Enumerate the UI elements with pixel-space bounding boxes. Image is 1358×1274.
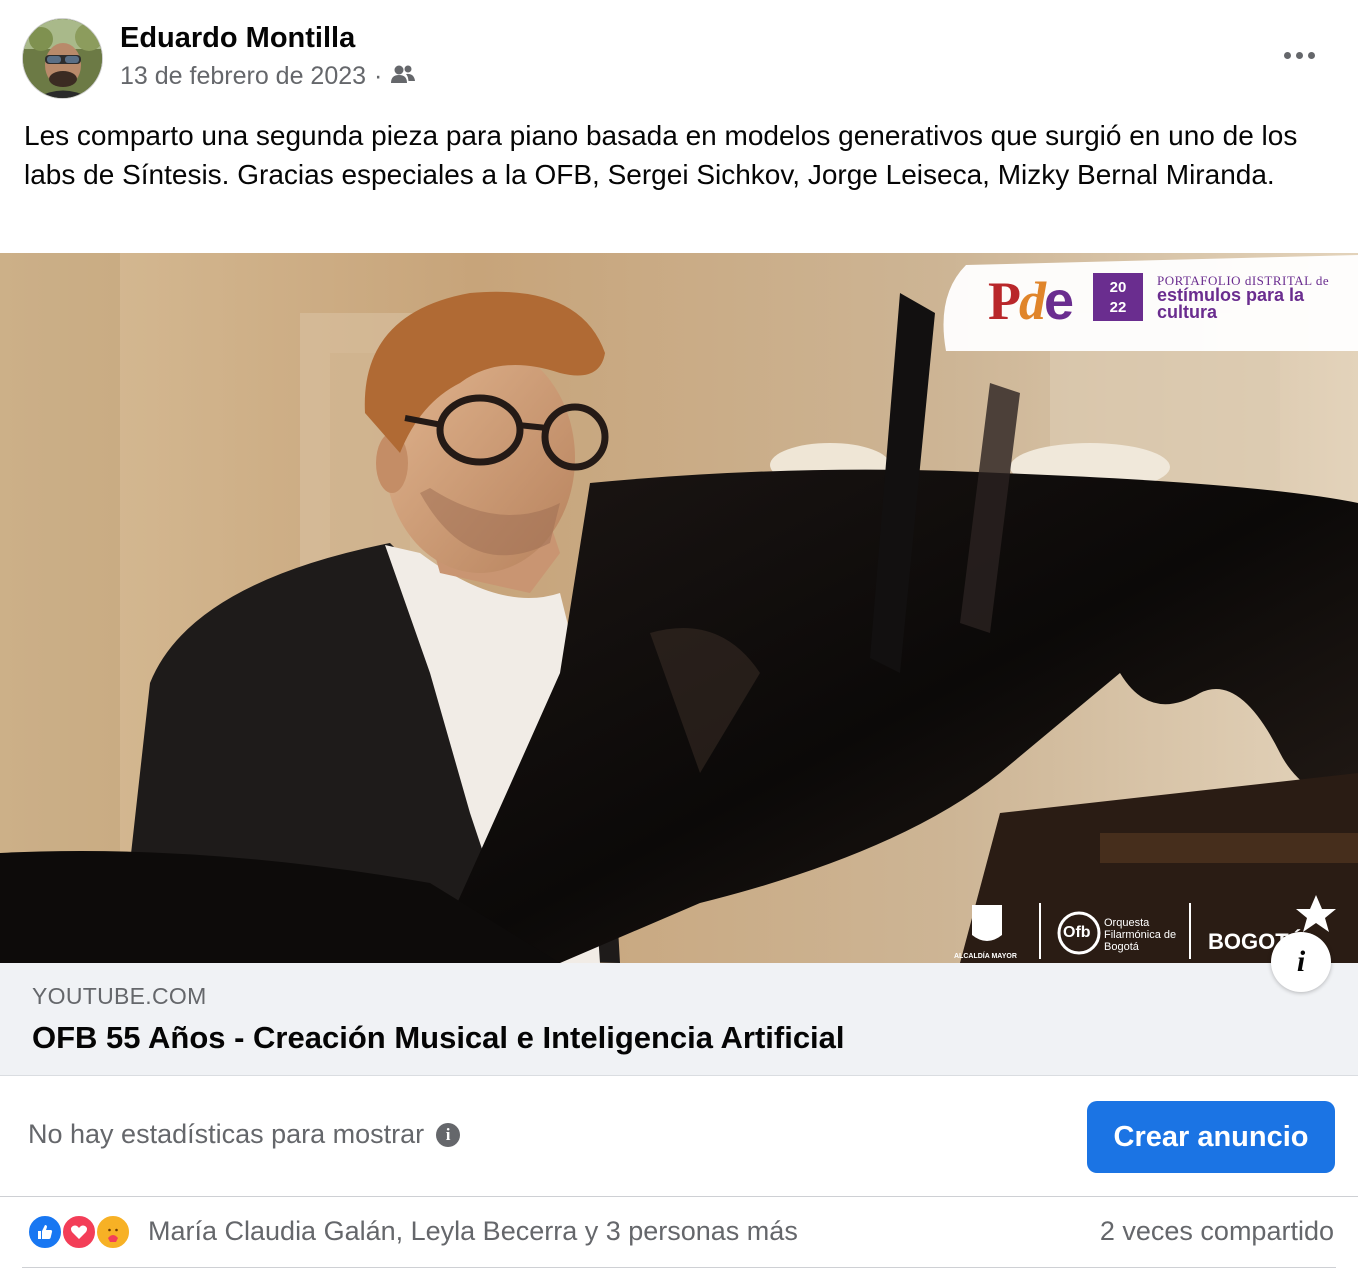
pde-wordmark: Pde — [988, 271, 1074, 331]
link-title[interactable]: OFB 55 Años - Creación Musical e Intelig… — [32, 1020, 845, 1056]
reaction-icons[interactable] — [27, 1214, 139, 1250]
friends-icon[interactable] — [390, 62, 416, 91]
insights-label: No hay estadísticas para mostrar — [28, 1119, 425, 1149]
meta-separator: · — [374, 62, 383, 90]
post-date[interactable]: 13 de febrero de 2023 — [120, 62, 366, 91]
crest-icon — [972, 905, 1002, 941]
post-message: Les comparto una segunda pieza para pian… — [24, 120, 1298, 190]
reaction-names[interactable]: María Claudia Galán, Leyla Becerra y 3 p… — [148, 1216, 798, 1247]
pde-year-badge: 20 22 — [1093, 273, 1143, 321]
like-icon — [27, 1214, 63, 1250]
info-icon[interactable]: i — [436, 1122, 461, 1147]
star-icon — [1296, 895, 1336, 932]
thumbnail-scene — [0, 253, 1358, 963]
link-domain: YOUTUBE.COM — [32, 983, 207, 1009]
post-card: Eduardo Montilla 13 de febrero de 2023 ·… — [0, 0, 1358, 1274]
insights-row: No hay estadísticas para mostrar i Crear… — [0, 1077, 1358, 1197]
dot-icon — [1295, 51, 1303, 59]
reactions-bar: María Claudia Galán, Leyla Becerra y 3 p… — [0, 1198, 1358, 1270]
author-name[interactable]: Eduardo Montilla — [120, 22, 355, 55]
video-thumbnail[interactable] — [0, 253, 1358, 963]
divider — [22, 1267, 1336, 1268]
care-icon — [95, 1214, 131, 1250]
alcaldia-text: ALCALDÍA MAYOR — [954, 953, 1017, 960]
author-avatar[interactable] — [22, 18, 103, 99]
dot-icon — [1283, 51, 1291, 59]
link-preview[interactable]: YOUTUBE.COM OFB 55 Años - Creación Music… — [0, 963, 1358, 1076]
share-count[interactable]: 2 veces compartido — [1100, 1216, 1334, 1247]
more-options-button[interactable] — [1276, 36, 1322, 74]
ofb-mark: Ofb — [1063, 924, 1091, 941]
dot-icon — [1307, 51, 1315, 59]
info-icon-button[interactable]: i — [1271, 932, 1331, 992]
ofb-name: Orquesta Filarmónica de Bogotá — [1104, 917, 1177, 953]
love-icon — [61, 1214, 97, 1250]
post-meta: 13 de febrero de 2023 · — [120, 62, 416, 91]
post-header: Eduardo Montilla 13 de febrero de 2023 · — [0, 0, 1358, 110]
pde-big-text: estímulos para la cultura — [1157, 285, 1305, 322]
insights-message: No hay estadísticas para mostrar i — [28, 1119, 461, 1150]
create-ad-button[interactable]: Crear anuncio — [1087, 1101, 1335, 1173]
